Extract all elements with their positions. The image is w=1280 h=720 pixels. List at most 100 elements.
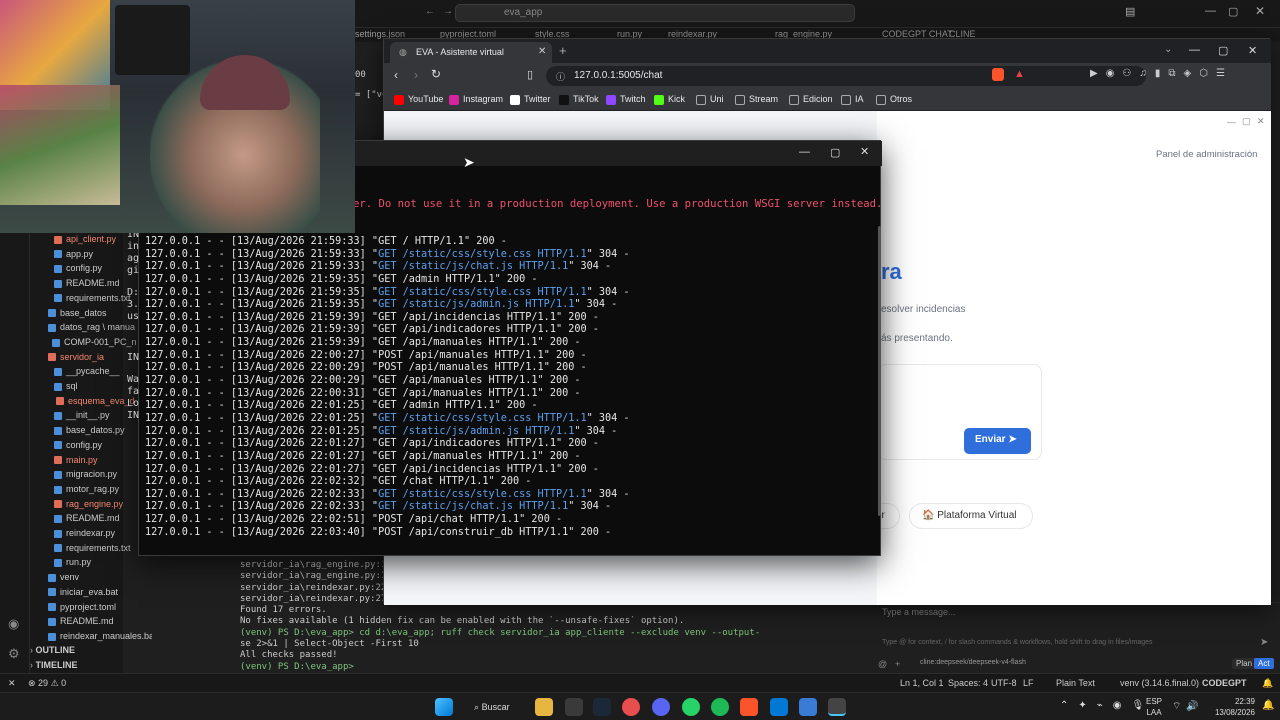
explorer-item[interactable]: venv <box>30 572 152 586</box>
browser-tab[interactable]: ◍ EVA - Asistente virtual ✕ <box>390 42 552 63</box>
line-ending[interactable]: LF <box>1023 678 1034 688</box>
taskbar-search[interactable]: ⌕ Buscar <box>468 697 523 717</box>
vscode-icon[interactable] <box>770 698 788 716</box>
clock[interactable]: 22:39 13/08/2026 <box>1205 696 1255 718</box>
act-toggle[interactable]: Act <box>1254 658 1274 669</box>
account-icon[interactable]: ◉ <box>8 616 19 632</box>
back-icon[interactable]: ‹ <box>394 68 398 82</box>
whatsapp-icon[interactable] <box>682 698 700 716</box>
language-indicator[interactable]: ESP LAA <box>1146 696 1162 718</box>
explorer-item[interactable]: requirements.txt <box>30 543 152 557</box>
explorer-item[interactable]: README.md <box>30 616 152 630</box>
python-interpreter[interactable]: venv (3.14.6.final.0) <box>1120 678 1199 688</box>
bookmark-icon[interactable]: ▯ <box>527 68 533 81</box>
console-scrollbar[interactable] <box>878 226 881 516</box>
reload-icon[interactable]: ↻ <box>431 67 441 81</box>
browser-close-icon[interactable]: ✕ <box>1248 44 1257 57</box>
language-mode[interactable]: Plain Text <box>1056 678 1095 688</box>
tray-icons[interactable]: ⌃✦⌁◉🎙 <box>1060 700 1154 711</box>
explorer-item[interactable]: migracion.py <box>30 469 152 483</box>
console-close-icon[interactable]: ✕ <box>860 145 869 158</box>
bookmark-item[interactable]: Instagram <box>449 94 503 105</box>
problems-indicator[interactable]: ⊗ 29 ⚠ 0 <box>28 678 66 689</box>
settings-gear-icon[interactable]: ⚙ <box>8 646 20 662</box>
new-tab-icon[interactable]: + <box>559 43 567 58</box>
tab-close-icon[interactable]: ✕ <box>538 46 546 57</box>
bookmark-item[interactable]: Kick <box>654 94 685 105</box>
explorer-item[interactable]: pyproject.toml <box>30 602 152 616</box>
admin-panel-link[interactable]: Panel de administración <box>1156 149 1257 160</box>
forward-arrow-icon[interactable]: → <box>443 6 453 17</box>
close-icon[interactable]: ✕ <box>1255 4 1265 18</box>
layout-icon[interactable]: ▤ <box>1125 5 1135 18</box>
bookmark-item[interactable]: IA <box>841 94 864 105</box>
file-explorer-icon[interactable] <box>535 698 553 716</box>
chat-input[interactable]: Type a message... <box>882 607 956 617</box>
command-center-search[interactable]: eva_app <box>455 4 855 22</box>
bookmark-item[interactable]: Twitter <box>510 94 551 105</box>
explorer-item[interactable]: config.py <box>30 440 152 454</box>
chrome-icon[interactable] <box>622 698 640 716</box>
windows-start-icon[interactable] <box>435 698 453 716</box>
inner-maximize-icon[interactable]: ▢ <box>1242 116 1251 127</box>
explorer-item[interactable]: run.py <box>30 557 152 571</box>
explorer-item[interactable]: datos_rag \ manua <box>30 322 152 336</box>
brave-rewards-icon[interactable]: ▲ <box>1014 68 1025 80</box>
explorer-item[interactable]: rag_engine.py <box>30 499 152 513</box>
network-volume-icons[interactable]: ⌔🔊 <box>1172 700 1204 713</box>
explorer-item[interactable]: reindexar_manuales.bat <box>30 631 152 645</box>
tab-search-icon[interactable]: ⌄ <box>1164 44 1172 55</box>
browser-maximize-icon[interactable]: ▢ <box>1218 44 1228 57</box>
bookmark-item[interactable]: Uni <box>696 94 724 105</box>
console-minimize-icon[interactable]: — <box>799 146 810 158</box>
brave-icon[interactable] <box>740 698 758 716</box>
explorer-item[interactable]: COMP-001_PC_n <box>30 337 152 351</box>
encoding[interactable]: UTF-8 <box>991 678 1017 688</box>
brave-shields-icon[interactable] <box>992 68 1004 81</box>
plus-icon[interactable]: + <box>895 659 900 669</box>
bookmark-item[interactable]: Otros <box>876 94 912 105</box>
explorer-item[interactable]: main.py <box>30 455 152 469</box>
explorer-item[interactable]: motor_rag.py <box>30 484 152 498</box>
minimize-icon[interactable]: — <box>1205 5 1216 17</box>
browser-minimize-icon[interactable]: — <box>1189 44 1200 56</box>
bookmark-item[interactable]: Edicion <box>789 94 833 105</box>
outline-section[interactable]: › OUTLINE <box>30 645 123 655</box>
explorer-item[interactable]: reindexar.py <box>30 528 152 542</box>
console-taskbar-icon[interactable] <box>828 698 846 716</box>
extensions-icons[interactable]: ▶◉⚇♫▮⧉◈⬡☰ <box>1090 68 1233 79</box>
codegpt-status[interactable]: CODEGPT <box>1202 678 1247 688</box>
at-icon[interactable]: @ <box>878 659 887 669</box>
cursor-position[interactable]: Ln 1, Col 1 <box>900 678 944 688</box>
bookmark-item[interactable]: Twitch <box>606 94 646 105</box>
bookmark-item[interactable]: TikTok <box>559 94 599 105</box>
console-maximize-icon[interactable]: ▢ <box>830 146 840 159</box>
spotify-icon[interactable] <box>711 698 729 716</box>
send-button[interactable]: Enviar ➤ <box>964 428 1031 454</box>
send-icon[interactable]: ➤ <box>1260 637 1268 648</box>
terminal-app-icon[interactable] <box>565 698 583 716</box>
inner-minimize-icon[interactable]: — <box>1227 117 1236 127</box>
steam-icon[interactable] <box>593 698 611 716</box>
address-bar[interactable]: ⓘ 127.0.0.1:5005/chat <box>546 66 1146 86</box>
explorer-item[interactable]: base_datos.py <box>30 425 152 439</box>
explorer-item[interactable]: iniciar_eva.bat <box>30 587 152 601</box>
quick-chip-plataforma[interactable]: 🏠 Plataforma Virtual <box>909 503 1033 529</box>
discord-icon[interactable] <box>652 698 670 716</box>
forward-icon[interactable]: › <box>414 68 418 82</box>
maximize-icon[interactable]: ▢ <box>1228 5 1238 18</box>
notification-bell-icon[interactable]: 🔔 <box>1262 700 1274 711</box>
explorer-item[interactable]: README.md <box>30 513 152 527</box>
notifications-icon[interactable]: 🔔 <box>1262 678 1273 689</box>
site-info-icon[interactable]: ⓘ <box>556 70 565 83</box>
back-arrow-icon[interactable]: ← <box>425 6 435 17</box>
model-selector[interactable]: cline:deepseek/deepseek-v4-flash <box>920 659 1026 666</box>
bookmark-item[interactable]: Stream <box>735 94 778 105</box>
timeline-section[interactable]: › TIMELINE <box>30 660 123 670</box>
bookmark-item[interactable]: YouTube <box>394 94 443 105</box>
python-icon[interactable] <box>799 698 817 716</box>
inner-close-icon[interactable]: ✕ <box>1257 116 1265 127</box>
remote-icon[interactable]: ✕ <box>8 678 16 689</box>
plan-toggle[interactable]: Plan <box>1232 658 1257 669</box>
indentation[interactable]: Spaces: 4 <box>948 678 988 688</box>
